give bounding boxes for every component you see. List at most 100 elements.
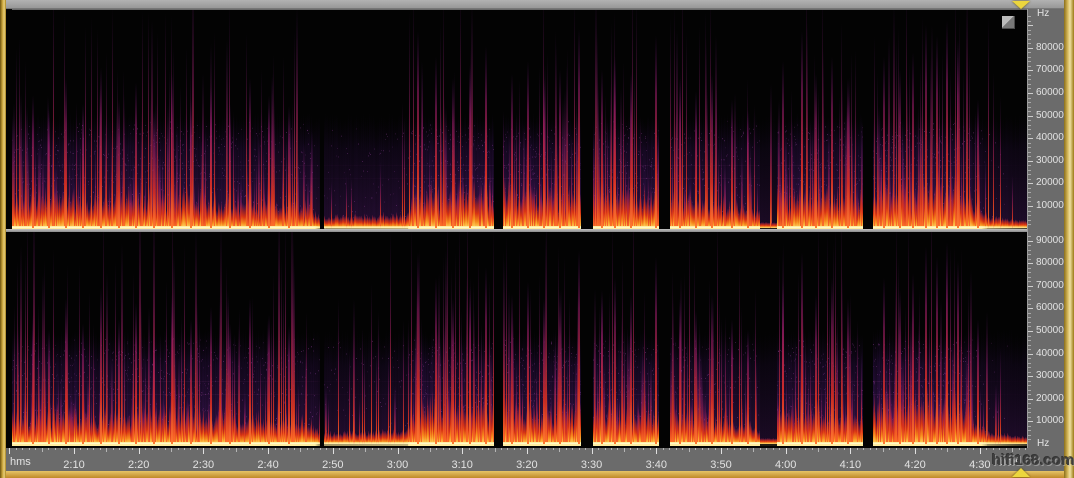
- time-minor-tick: [605, 448, 606, 450]
- time-minor-tick: [812, 448, 813, 450]
- time-minor-tick: [960, 448, 961, 450]
- time-major-tick: [980, 448, 981, 454]
- time-minor-tick: [598, 448, 599, 450]
- time-minor-tick: [922, 448, 923, 450]
- time-minor-tick: [210, 448, 211, 450]
- freq-tick-label: 50000: [1036, 326, 1064, 336]
- time-minor-tick: [682, 448, 683, 450]
- freq-minor-tick: [1028, 192, 1031, 193]
- freq-tick-label: 30000: [1036, 156, 1064, 166]
- freq-major-tick: [1028, 354, 1033, 355]
- freq-minor-tick: [1028, 268, 1031, 269]
- freq-minor-tick: [1028, 79, 1031, 80]
- freq-major-tick: [1028, 25, 1033, 26]
- time-minor-tick: [844, 448, 845, 450]
- time-minor-tick: [727, 448, 728, 450]
- time-minor-tick: [184, 448, 185, 450]
- time-minor-tick: [275, 448, 276, 450]
- top-scrollbar-strip[interactable]: [6, 0, 1064, 9]
- freq-minor-tick: [1028, 322, 1031, 323]
- time-minor-tick: [456, 448, 457, 450]
- time-minor-tick: [1025, 448, 1026, 450]
- freq-minor-tick: [1028, 143, 1031, 144]
- channel-divider[interactable]: [6, 229, 1027, 232]
- time-minor-tick: [553, 448, 554, 450]
- time-minor-tick: [935, 448, 936, 450]
- time-tick-label: 4:10: [840, 459, 861, 471]
- window-frame-right: [1064, 0, 1074, 478]
- freq-minor-tick: [1028, 134, 1031, 135]
- time-major-tick: [915, 448, 916, 454]
- freq-minor-tick: [1028, 84, 1031, 85]
- frequency-axis[interactable]: Hz Hz 8000070000600005000040000300002000…: [1027, 9, 1064, 471]
- freq-minor-tick: [1028, 39, 1031, 40]
- freq-minor-tick: [1028, 272, 1031, 273]
- time-minor-tick: [190, 448, 191, 450]
- time-minor-tick: [307, 448, 308, 450]
- time-minor-tick: [507, 448, 508, 450]
- time-minor-tick: [443, 448, 444, 450]
- time-major-tick: [786, 448, 787, 454]
- time-major-tick: [850, 448, 851, 454]
- time-minor-tick: [42, 448, 43, 452]
- time-minor-tick: [475, 448, 476, 450]
- freq-minor-tick: [1028, 281, 1031, 282]
- freq-tick-label: 50000: [1036, 111, 1064, 121]
- freq-minor-tick: [1028, 340, 1031, 341]
- corner-grip-icon[interactable]: [1002, 16, 1015, 29]
- freq-minor-tick: [1028, 430, 1031, 431]
- time-unit-label-left: hms: [10, 456, 31, 468]
- time-minor-tick: [449, 448, 450, 450]
- freq-major-tick: [1028, 421, 1033, 422]
- time-minor-tick: [825, 448, 826, 450]
- time-minor-tick: [624, 448, 625, 452]
- time-minor-tick: [22, 448, 23, 450]
- freq-major-tick: [1028, 399, 1033, 400]
- time-minor-tick: [902, 448, 903, 450]
- time-minor-tick: [896, 448, 897, 450]
- time-axis[interactable]: hms hms 2:102:202:302:402:503:003:103:20…: [6, 448, 1064, 471]
- time-minor-tick: [676, 448, 677, 450]
- time-minor-tick: [126, 448, 127, 450]
- freq-minor-tick: [1028, 313, 1031, 314]
- time-minor-tick: [760, 448, 761, 450]
- freq-major-tick: [1028, 263, 1033, 264]
- freq-minor-tick: [1028, 250, 1031, 251]
- time-major-tick: [9, 448, 10, 454]
- time-minor-tick: [294, 448, 295, 450]
- time-tick-label: 2:10: [63, 459, 84, 471]
- freq-major-tick: [1028, 286, 1033, 287]
- freq-minor-tick: [1028, 326, 1031, 327]
- freq-tick-label: 20000: [1036, 394, 1064, 404]
- marker-triangle-bottom[interactable]: [1012, 468, 1030, 477]
- marker-triangle-top[interactable]: [1012, 1, 1030, 9]
- time-minor-tick: [805, 448, 806, 450]
- freq-minor-tick: [1028, 403, 1031, 404]
- time-major-tick: [721, 448, 722, 454]
- time-minor-tick: [740, 448, 741, 450]
- freq-tick-label: 80000: [1036, 43, 1064, 53]
- freq-minor-tick: [1028, 30, 1031, 31]
- time-tick-label: 2:20: [128, 459, 149, 471]
- time-minor-tick: [378, 448, 379, 450]
- time-minor-tick: [773, 448, 774, 450]
- freq-minor-tick: [1028, 111, 1031, 112]
- freq-minor-tick: [1028, 304, 1031, 305]
- freq-minor-tick: [1028, 367, 1031, 368]
- window-frame-bottom: [0, 471, 1074, 478]
- spectrogram-left-channel[interactable]: [6, 10, 1027, 229]
- spectrogram-right-channel[interactable]: [6, 232, 1027, 448]
- freq-minor-tick: [1028, 426, 1031, 427]
- freq-minor-tick: [1028, 174, 1031, 175]
- time-minor-tick: [870, 448, 871, 450]
- time-minor-tick: [300, 448, 301, 452]
- time-tick-label: 3:20: [516, 459, 537, 471]
- freq-major-tick: [1028, 161, 1033, 162]
- time-minor-tick: [876, 448, 877, 450]
- time-major-tick: [398, 448, 399, 454]
- time-minor-tick: [889, 448, 890, 450]
- freq-major-tick: [1028, 70, 1033, 71]
- freq-minor-tick: [1028, 412, 1031, 413]
- freq-minor-tick: [1028, 88, 1031, 89]
- time-minor-tick: [262, 448, 263, 450]
